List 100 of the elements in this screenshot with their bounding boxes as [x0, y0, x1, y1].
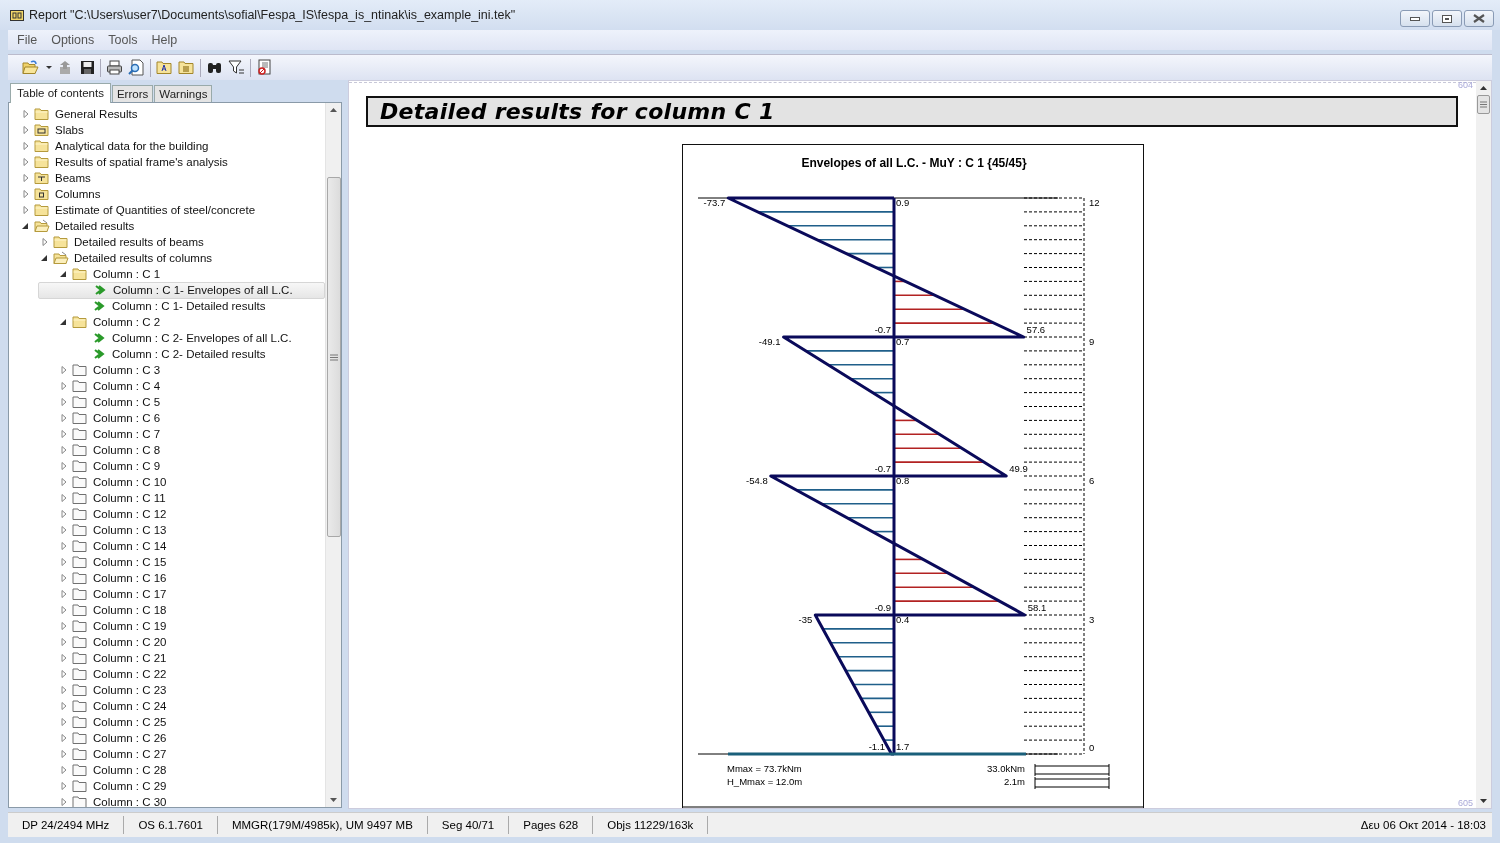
- tree-item[interactable]: Column : C 16: [91, 572, 169, 584]
- expand-icon[interactable]: [21, 109, 31, 119]
- tree-item[interactable]: Column : C 17: [91, 588, 169, 600]
- tree-item[interactable]: Column : C 29: [91, 780, 169, 792]
- expand-icon[interactable]: [59, 749, 69, 759]
- expand-icon[interactable]: [21, 173, 31, 183]
- expand-icon[interactable]: [21, 189, 31, 199]
- tree-item[interactable]: Detailed results of columns: [72, 252, 215, 264]
- expand-icon[interactable]: [59, 685, 69, 695]
- expand-icon[interactable]: [59, 397, 69, 407]
- tree-item[interactable]: Column : C 13: [91, 524, 169, 536]
- close-button[interactable]: [1464, 10, 1494, 27]
- expand-icon[interactable]: [21, 205, 31, 215]
- menu-item[interactable]: Tools: [101, 33, 145, 47]
- tree-item[interactable]: Column : C 19: [91, 620, 169, 632]
- expand-icon[interactable]: [59, 669, 69, 679]
- tree-item[interactable]: Column : C 3: [91, 364, 163, 376]
- expand-icon[interactable]: [59, 429, 69, 439]
- expand-icon[interactable]: [40, 237, 50, 247]
- tree-item[interactable]: Column : C 1- Detailed results: [110, 300, 268, 312]
- tree-item[interactable]: Column : C 9: [91, 460, 163, 472]
- menu-item[interactable]: File: [10, 33, 45, 47]
- expand-icon[interactable]: [59, 701, 69, 711]
- tree-item[interactable]: Analytical data for the building: [53, 140, 211, 152]
- tree-item[interactable]: Results of spatial frame's analysis: [53, 156, 230, 168]
- tree-item[interactable]: Columns: [53, 188, 103, 200]
- tree-item[interactable]: Detailed results of beams: [72, 236, 206, 248]
- tree-item[interactable]: Beams: [53, 172, 93, 184]
- report-icon[interactable]: [256, 59, 273, 76]
- tree-item[interactable]: Column : C 1- Envelopes of all L.C.: [111, 284, 295, 296]
- tab[interactable]: Warnings: [154, 85, 213, 102]
- expand-icon[interactable]: [59, 717, 69, 727]
- expand-icon[interactable]: [59, 797, 69, 807]
- tab[interactable]: Table of contents: [10, 83, 111, 103]
- expand-icon[interactable]: [21, 157, 31, 167]
- tree-item[interactable]: Column : C 12: [91, 508, 169, 520]
- expand-icon[interactable]: [59, 589, 69, 599]
- expand-icon[interactable]: [59, 573, 69, 583]
- tree-item[interactable]: Column : C 8: [91, 444, 163, 456]
- expand-icon[interactable]: [59, 637, 69, 647]
- expand-icon[interactable]: [59, 781, 69, 791]
- expand-icon[interactable]: [59, 413, 69, 423]
- tree-item[interactable]: Column : C 11: [91, 492, 168, 504]
- tree-item[interactable]: Column : C 26: [91, 732, 169, 744]
- tree-item[interactable]: Column : C 22: [91, 668, 169, 680]
- filter-icon[interactable]: [228, 59, 245, 76]
- tree-item[interactable]: Column : C 10: [91, 476, 169, 488]
- save-icon[interactable]: [79, 59, 95, 76]
- print-preview-icon[interactable]: [128, 59, 145, 76]
- tree-item[interactable]: Column : C 6: [91, 412, 163, 424]
- expand-icon[interactable]: [21, 141, 31, 151]
- collapse-icon[interactable]: [59, 269, 69, 279]
- folder-icon[interactable]: [156, 59, 173, 76]
- tree-item[interactable]: Column : C 27: [91, 748, 169, 760]
- collapse-icon[interactable]: [21, 221, 31, 231]
- tree-item[interactable]: Column : C 5: [91, 396, 163, 408]
- tree-item[interactable]: Column : C 24: [91, 700, 169, 712]
- tree-item[interactable]: Column : C 20: [91, 636, 169, 648]
- expand-icon[interactable]: [21, 125, 31, 135]
- expand-icon[interactable]: [59, 365, 69, 375]
- tree-item[interactable]: Column : C 4: [91, 380, 163, 392]
- expand-icon[interactable]: [59, 621, 69, 631]
- expand-icon[interactable]: [59, 557, 69, 567]
- expand-icon[interactable]: [59, 525, 69, 535]
- maximize-button[interactable]: [1432, 10, 1462, 27]
- tree-item[interactable]: Estimate of Quantities of steel/concrete: [53, 204, 258, 216]
- tree-item[interactable]: Column : C 18: [91, 604, 169, 616]
- tree-item[interactable]: Column : C 2- Envelopes of all L.C.: [110, 332, 294, 344]
- tree-item[interactable]: Column : C 23: [91, 684, 169, 696]
- tab[interactable]: Errors: [111, 85, 154, 102]
- collapse-icon[interactable]: [59, 317, 69, 327]
- expand-icon[interactable]: [59, 445, 69, 455]
- menu-item[interactable]: Help: [144, 33, 185, 47]
- scrollbar[interactable]: [325, 103, 341, 807]
- expand-icon[interactable]: [59, 541, 69, 551]
- tree-item[interactable]: Column : C 1: [91, 268, 163, 280]
- tree-item[interactable]: Column : C 2- Detailed results: [110, 348, 268, 360]
- tree-item[interactable]: Column : C 14: [91, 540, 169, 552]
- expand-icon[interactable]: [59, 477, 69, 487]
- tree-item[interactable]: Slabs: [53, 124, 86, 136]
- collapse-icon[interactable]: [40, 253, 50, 263]
- tree-item[interactable]: Column : C 2: [91, 316, 163, 328]
- tree-item[interactable]: Column : C 21: [91, 652, 169, 664]
- expand-icon[interactable]: [59, 765, 69, 775]
- expand-icon[interactable]: [59, 461, 69, 471]
- minimize-button[interactable]: [1400, 10, 1430, 27]
- menu-item[interactable]: Options: [44, 33, 102, 47]
- expand-icon[interactable]: [59, 381, 69, 391]
- expand-icon[interactable]: [59, 509, 69, 519]
- tree-item[interactable]: Column : C 30: [91, 796, 169, 807]
- folder-icon[interactable]: [178, 59, 195, 76]
- expand-icon[interactable]: [59, 653, 69, 663]
- tree-item[interactable]: Column : C 7: [91, 428, 163, 440]
- tree-item[interactable]: Detailed results: [53, 220, 137, 232]
- expand-icon[interactable]: [59, 733, 69, 743]
- expand-icon[interactable]: [59, 493, 69, 503]
- expand-icon[interactable]: [59, 605, 69, 615]
- open-folder-icon[interactable]: [22, 59, 40, 76]
- tree-item[interactable]: Column : C 28: [91, 764, 169, 776]
- tree-item[interactable]: Column : C 15: [91, 556, 169, 568]
